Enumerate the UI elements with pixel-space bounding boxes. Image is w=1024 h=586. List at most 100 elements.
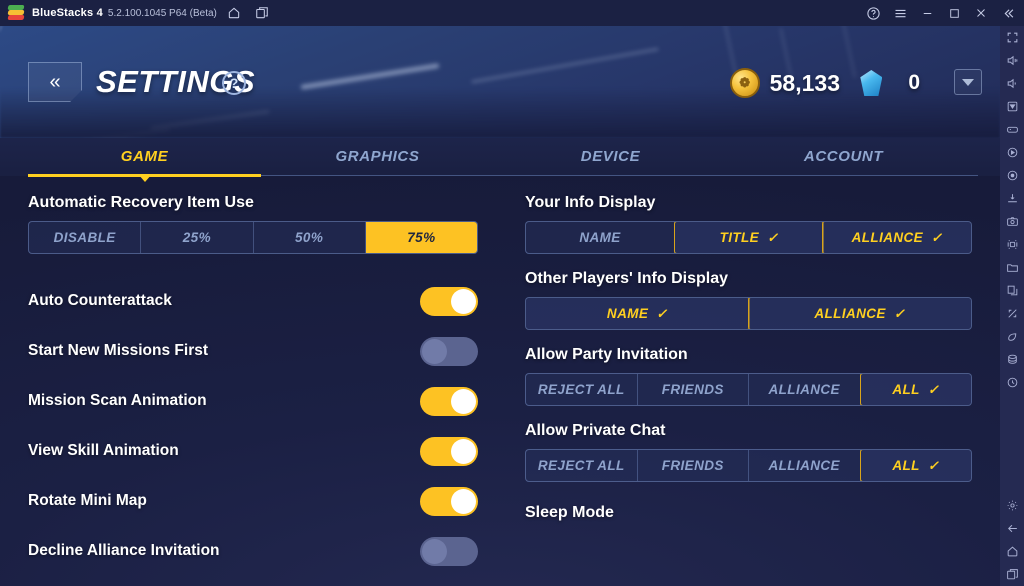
game-viewport: « SETTINGS ? ❁ 58,133 0 GAME GRAPHICS DE… — [0, 26, 1000, 586]
tab-device[interactable]: DEVICE — [494, 138, 727, 176]
chat-option-all[interactable]: ALL ✓ — [859, 450, 971, 481]
help-icon[interactable]: ? — [222, 71, 246, 95]
gamepad-icon[interactable] — [1000, 118, 1024, 141]
shake-icon[interactable] — [1000, 164, 1024, 187]
bluestacks-sidebar-toolbar — [1000, 26, 1024, 586]
record-macro-icon[interactable] — [1000, 141, 1024, 164]
app-version: 5.2.100.1045 P64 (Beta) — [107, 7, 217, 19]
right-settings-column: Your Info Display NAME TITLE ✓ ALLIANCE … — [500, 176, 1000, 586]
your-info-option-alliance[interactable]: ALLIANCE ✓ — [822, 222, 971, 253]
window-controls — [858, 2, 1024, 24]
folder-icon[interactable] — [1000, 256, 1024, 279]
your-info-segmented-control: NAME TITLE ✓ ALLIANCE ✓ — [525, 221, 972, 254]
recovery-option-disable[interactable]: DISABLE — [29, 222, 142, 253]
your-info-option-name[interactable]: NAME — [526, 222, 675, 253]
back-arrow-icon[interactable] — [1000, 517, 1024, 540]
gold-coin-icon: ❁ — [729, 68, 760, 98]
sleep-mode-section-title: Sleep Mode — [525, 504, 614, 521]
home-icon[interactable] — [223, 2, 245, 24]
gem-amount: 0 — [908, 71, 920, 94]
screenshot-icon[interactable] — [1000, 210, 1024, 233]
app-name: BlueStacks 4 — [32, 7, 103, 19]
back-button[interactable]: « — [28, 62, 82, 102]
recovery-section-title: Automatic Recovery Item Use — [28, 194, 254, 211]
party-option-reject-all[interactable]: REJECT ALL — [526, 374, 638, 405]
toggle-decline-alliance-invitation[interactable] — [420, 536, 478, 566]
other-info-segmented-control: NAME ✓ ALLIANCE ✓ — [525, 297, 972, 330]
setting-label: Decline Alliance Invitation — [28, 542, 220, 559]
settings-tabs: GAME GRAPHICS DEVICE ACCOUNT — [0, 138, 1000, 177]
other-info-option-alliance[interactable]: ALLIANCE ✓ — [747, 298, 971, 329]
gold-amount: 58,133 — [769, 69, 840, 96]
copy-to-clipboard-icon[interactable] — [1000, 279, 1024, 302]
tab-game[interactable]: GAME — [28, 138, 261, 177]
close-icon[interactable] — [969, 2, 993, 24]
rotate-icon[interactable] — [1000, 302, 1024, 325]
bluestacks-logo-icon — [7, 5, 25, 21]
minimize-icon[interactable] — [915, 2, 939, 24]
setting-row-rotate-mini-map: Rotate Mini Map — [28, 476, 478, 526]
collapse-chevrons-icon[interactable] — [996, 2, 1020, 24]
other-info-option-name[interactable]: NAME ✓ — [526, 298, 750, 329]
toggle-mission-scan-animation[interactable] — [420, 386, 478, 416]
fullscreen-icon[interactable] — [1000, 26, 1024, 49]
recovery-option-25[interactable]: 25% — [141, 222, 254, 253]
active-tab-indicator-icon — [138, 174, 152, 182]
toggle-view-skill-animation[interactable] — [420, 436, 478, 466]
hamburger-menu-icon[interactable] — [888, 2, 912, 24]
party-invitation-section-title: Allow Party Invitation — [525, 346, 688, 363]
check-icon: ✓ — [893, 305, 906, 321]
your-info-section-title: Your Info Display — [525, 194, 656, 211]
gem-currency[interactable]: 0 — [860, 70, 920, 96]
recent-apps-icon[interactable] — [1000, 563, 1024, 586]
toggle-rotate-mini-map[interactable] — [420, 486, 478, 516]
your-info-option-title[interactable]: TITLE ✓ — [674, 222, 824, 253]
recovery-segmented-control: DISABLE 25% 50% 75% — [28, 221, 478, 254]
check-icon: ✓ — [927, 381, 940, 397]
help-icon[interactable] — [861, 2, 885, 24]
currency-dropdown-button[interactable] — [954, 69, 982, 95]
party-option-alliance[interactable]: ALLIANCE — [749, 374, 861, 405]
recovery-option-75[interactable]: 75% — [365, 222, 477, 253]
option-label: ALL — [892, 382, 920, 397]
toggle-auto-counterattack[interactable] — [420, 286, 478, 316]
install-apk-icon[interactable] — [1000, 187, 1024, 210]
setting-row-start-new-missions-first: Start New Missions First — [28, 326, 478, 376]
multi-instance-icon[interactable] — [251, 2, 273, 24]
disk-cleanup-icon[interactable] — [1000, 348, 1024, 371]
setting-row-auto-counterattack: Auto Counterattack — [28, 276, 478, 326]
eco-mode-icon[interactable] — [1000, 325, 1024, 348]
media-manager-icon[interactable] — [1000, 233, 1024, 256]
tab-graphics[interactable]: GRAPHICS — [261, 138, 494, 176]
macro-recorder-icon[interactable] — [1000, 371, 1024, 394]
chat-option-reject-all[interactable]: REJECT ALL — [526, 450, 638, 481]
check-icon: ✓ — [931, 229, 943, 245]
window-titlebar: BlueStacks 4 5.2.100.1045 P64 (Beta) — [0, 0, 1024, 26]
option-label: ALL — [892, 458, 920, 473]
chat-option-alliance[interactable]: ALLIANCE — [749, 450, 861, 481]
tab-account[interactable]: ACCOUNT — [727, 138, 960, 176]
setting-label: Mission Scan Animation — [28, 392, 207, 409]
recovery-option-50[interactable]: 50% — [254, 222, 366, 253]
setting-label: Start New Missions First — [28, 342, 209, 359]
chevron-down-icon — [962, 78, 974, 86]
toggle-start-new-missions-first[interactable] — [420, 336, 478, 366]
setting-row-view-skill-animation: View Skill Animation — [28, 426, 478, 476]
volume-down-icon[interactable] — [1000, 72, 1024, 95]
maximize-icon[interactable] — [942, 2, 966, 24]
setting-row-decline-alliance-invitation: Decline Alliance Invitation — [28, 526, 478, 576]
party-invitation-segmented-control: REJECT ALL FRIENDS ALLIANCE ALL ✓ — [525, 373, 972, 406]
private-chat-section-title: Allow Private Chat — [525, 422, 666, 439]
option-label: ALLIANCE — [814, 306, 886, 321]
volume-up-icon[interactable] — [1000, 49, 1024, 72]
chat-option-friends[interactable]: FRIENDS — [638, 450, 749, 481]
party-option-all[interactable]: ALL ✓ — [859, 374, 971, 405]
settings-content: Automatic Recovery Item Use DISABLE 25% … — [0, 176, 1000, 586]
home-icon[interactable] — [1000, 540, 1024, 563]
option-label: ALLIANCE — [851, 230, 924, 245]
keymapping-icon[interactable] — [1000, 95, 1024, 118]
settings-gear-icon[interactable] — [1000, 494, 1024, 517]
party-option-friends[interactable]: FRIENDS — [638, 374, 749, 405]
setting-label: View Skill Animation — [28, 442, 179, 459]
gold-currency[interactable]: ❁ 58,133 — [729, 68, 840, 98]
